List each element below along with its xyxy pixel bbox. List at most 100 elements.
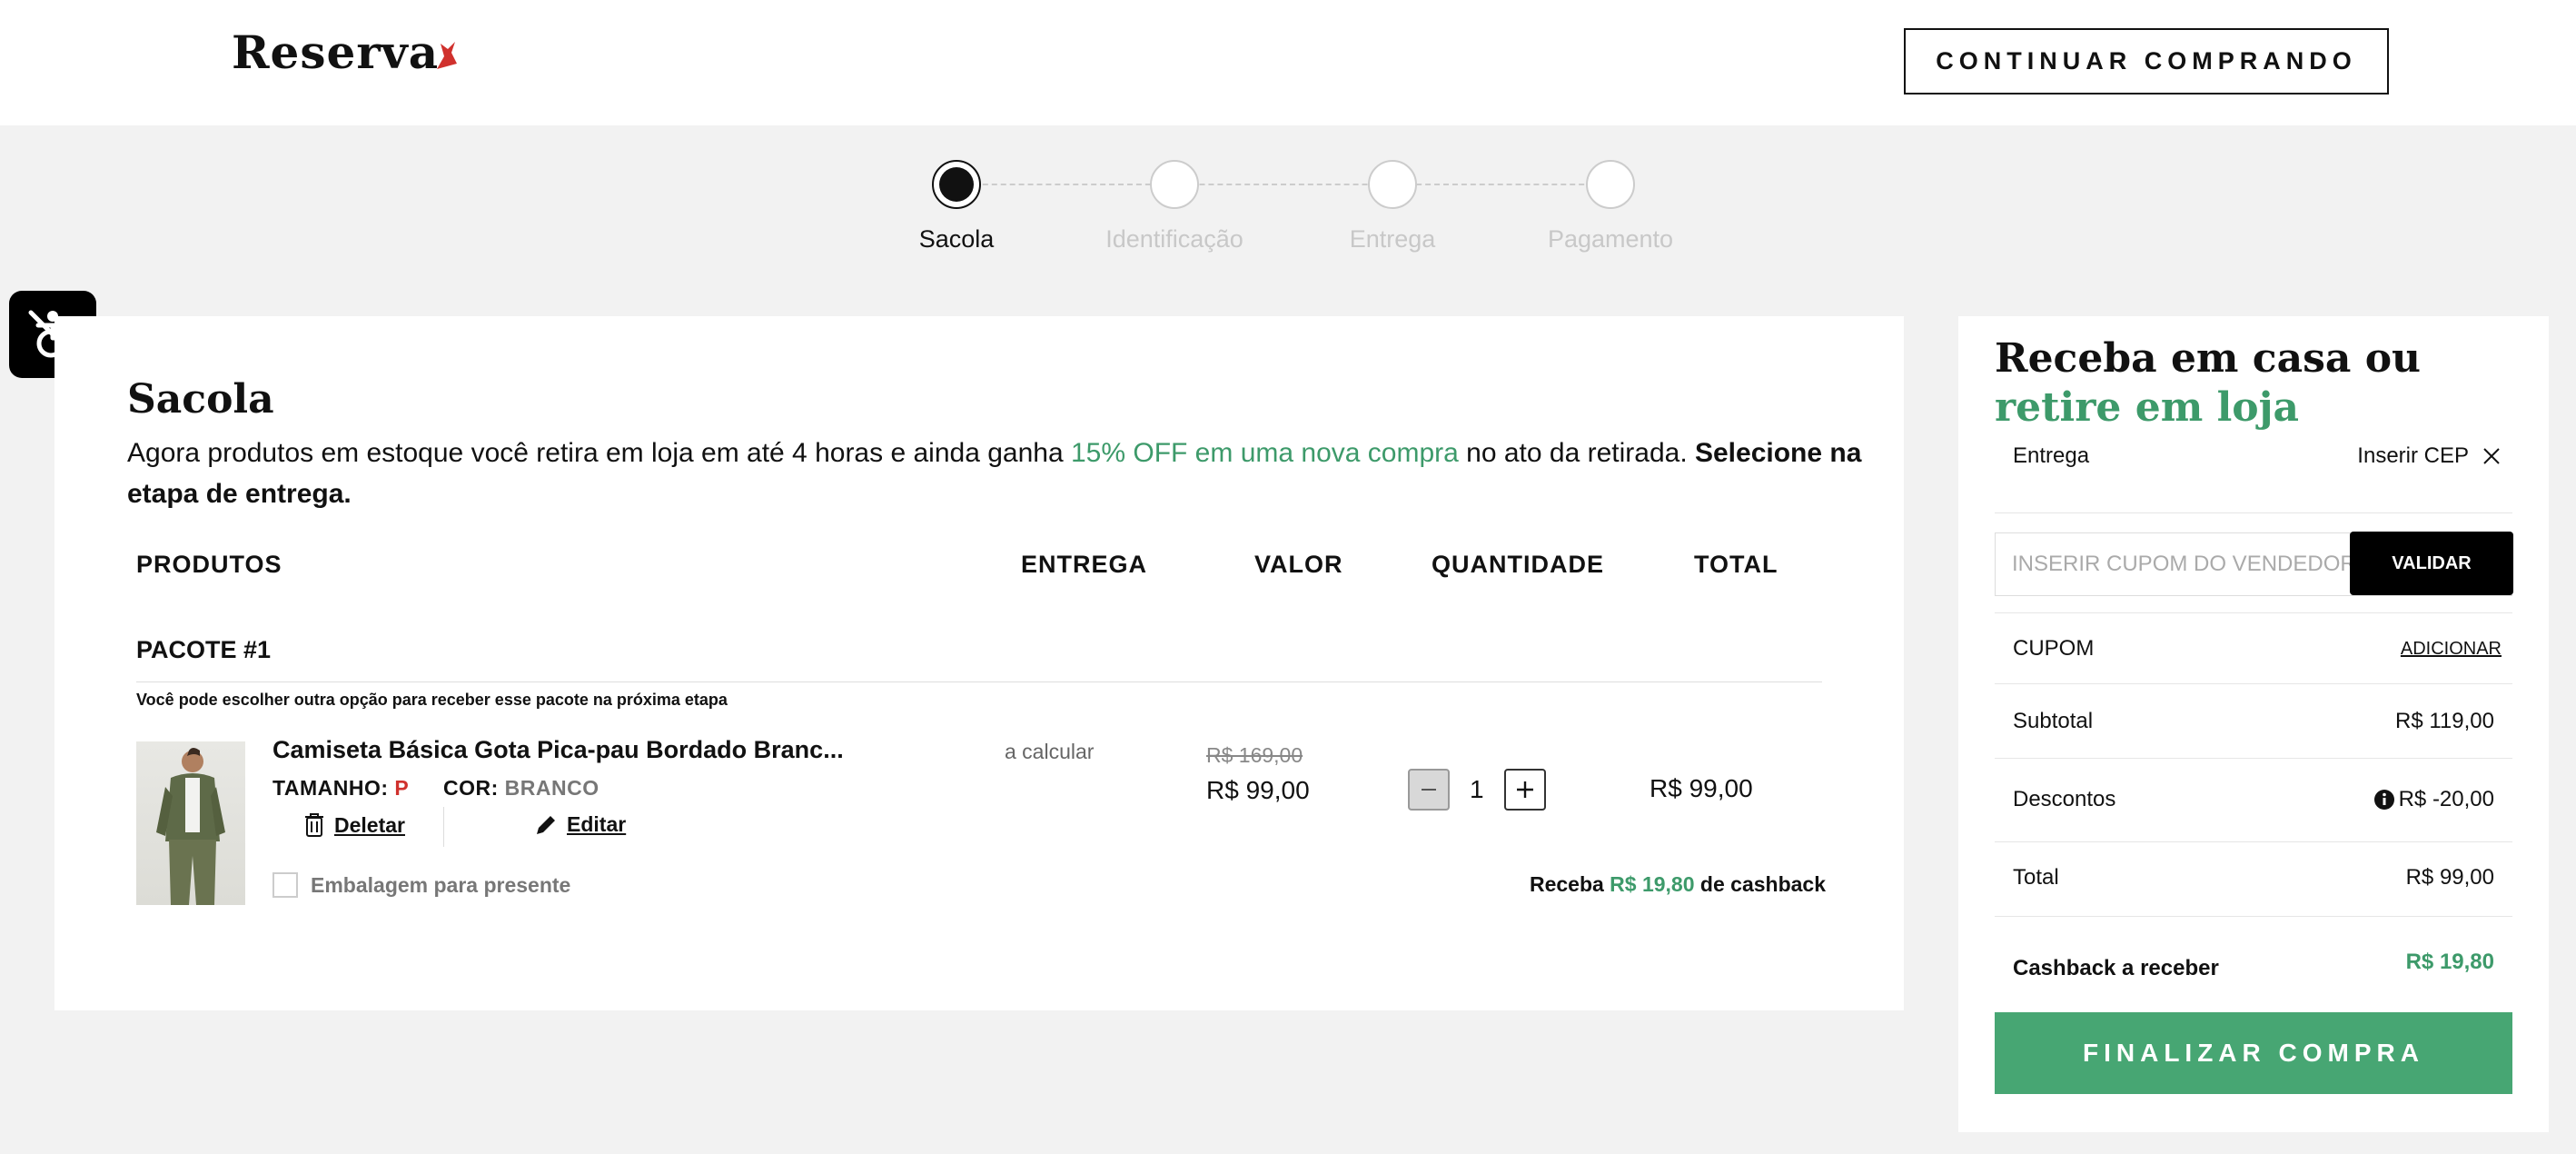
step-identificacao[interactable]: Identificação [1102,160,1247,254]
step-label: Pagamento [1547,225,1674,253]
pencil-icon [537,815,555,834]
column-delivery: ENTREGA [1021,551,1148,578]
total-value: R$ 99,00 [2405,865,2494,890]
step-dot [1150,160,1199,209]
cep-label: Inserir CEP [2357,443,2469,468]
trash-icon [305,813,323,837]
steps-connector [956,184,1611,185]
cashback-prefix: Receba [1529,872,1610,896]
size-label: TAMANHO: [272,776,389,800]
finalize-purchase-button[interactable]: FINALIZAR COMPRA [1995,1012,2512,1094]
plus-icon [1516,781,1533,798]
delete-label: Deletar [334,812,405,837]
size-value: P [394,776,410,800]
column-quantity: QUANTIDADE [1432,551,1604,578]
bird-logo-icon [437,42,457,69]
product-color: COR: BRANCO [443,776,599,801]
subtotal-value: R$ 119,00 [2395,709,2494,733]
package-divider [136,681,1822,682]
delivery-label: Entrega [2013,443,2090,468]
product-photo-illustration [156,748,225,905]
cart-title: Sacola [127,376,274,423]
item-cashback: Receba R$ 19,80 de cashback [1490,872,1826,897]
site-header: Reserva CONTINUAR COMPRANDO [0,0,2576,125]
product-size: TAMANHO: P [272,776,409,801]
step-sacola[interactable]: Sacola [884,160,1029,254]
validate-button[interactable]: VALIDAR [2350,532,2513,595]
column-products: PRODUTOS [136,551,282,578]
summary-divider [1995,512,2512,513]
column-total: TOTAL [1694,551,1778,578]
intro-highlight: 15% OFF em uma nova compra [1070,438,1459,468]
summary-divider [1995,612,2512,613]
step-dot [1586,160,1635,209]
info-icon[interactable] [2373,789,2395,811]
intro-text: Agora produtos em estoque você retira em… [127,438,1071,468]
delivery-value: a calcular [1005,740,1095,763]
summary-divider [1995,683,2512,684]
close-icon [2483,448,2500,464]
delete-button[interactable]: Deletar [303,812,405,838]
gift-wrap-checkbox[interactable] [272,872,298,898]
summary-title: Receba em casa ou retire em loja [1995,334,2421,433]
edit-label: Editar [567,812,627,836]
old-price: R$ 169,00 [1206,743,1303,767]
coupon-label: CUPOM [2013,636,2095,661]
delivery-row: Entrega Inserir CEP [1995,443,2512,469]
order-summary: Receba em casa ou retire em loja Entrega… [1958,316,2549,1132]
color-value: BRANCO [504,776,599,800]
add-coupon-link[interactable]: ADICIONAR [2401,639,2502,660]
coupon-input[interactable] [2012,533,2366,595]
step-dot [932,160,981,209]
continue-shopping-button[interactable]: CONTINUAR COMPRANDO [1904,28,2389,95]
gift-wrap-label: Embalagem para presente [311,872,571,897]
color-label: COR: [443,776,499,800]
action-separator [443,807,444,847]
discount-row: Descontos R$ -20,00 [1995,787,2512,812]
total-row: Total R$ 99,00 [1995,865,2512,890]
cashback-value: R$ 19,80 [2405,950,2494,974]
brand-logo[interactable]: Reserva [232,25,439,79]
quantity-value: 1 [1470,775,1484,803]
intro-text-2: no ato da retirada. [1458,438,1695,468]
quantity-stepper: 1 [1408,769,1546,811]
gift-wrap-option[interactable]: Embalagem para presente [272,872,570,898]
package-title: PACOTE #1 [136,636,272,663]
summary-divider [1995,841,2512,842]
step-label: Sacola [918,225,995,253]
cart-intro: Agora produtos em estoque você retira em… [127,433,1880,514]
subtotal-row: Subtotal R$ 119,00 [1995,709,2512,734]
step-label: Identificação [1105,225,1243,253]
cashback-label: Cashback a receber [2013,956,2219,980]
minus-icon [1422,789,1436,791]
coupon-field: VALIDAR [1995,532,2513,596]
summary-title-line1: Receba em casa ou [1995,335,2422,382]
product-image[interactable] [136,741,245,905]
package-note: Você pode escolher outra opção para rece… [136,691,728,709]
summary-title-line2: retire em loja [1995,384,2300,431]
summary-divider [1995,916,2512,917]
cashback-row: Cashback a receber R$ 19,80 [1995,943,2512,981]
line-total: R$ 99,00 [1650,774,1753,802]
cep-toggle[interactable]: Inserir CEP [2357,443,2502,469]
column-value: VALOR [1254,551,1343,578]
discount-value: R$ -20,00 [2398,787,2494,811]
cashback-suffix: de cashback [1694,872,1826,896]
step-pagamento[interactable]: Pagamento [1538,160,1683,254]
cart-panel: Sacola Agora produtos em estoque você re… [54,316,1904,1010]
increase-quantity-button[interactable] [1503,769,1546,811]
discount-amount: R$ -20,00 [2373,787,2494,812]
step-dot [1368,160,1417,209]
discount-label: Descontos [2013,787,2116,811]
cashback-amount: R$ 19,80 [1610,872,1695,896]
unit-price: R$ 99,00 [1206,776,1310,804]
summary-divider [1995,758,2512,759]
edit-button[interactable]: Editar [534,812,626,837]
product-name[interactable]: Camiseta Básica Gota Pica-pau Bordado Br… [272,736,844,764]
subtotal-label: Subtotal [2013,709,2094,733]
decrease-quantity-button[interactable] [1408,769,1450,811]
step-label: Entrega [1349,225,1436,253]
coupon-row: CUPOM ADICIONAR [1995,636,2512,662]
step-entrega[interactable]: Entrega [1320,160,1465,254]
total-label: Total [2013,865,2059,890]
